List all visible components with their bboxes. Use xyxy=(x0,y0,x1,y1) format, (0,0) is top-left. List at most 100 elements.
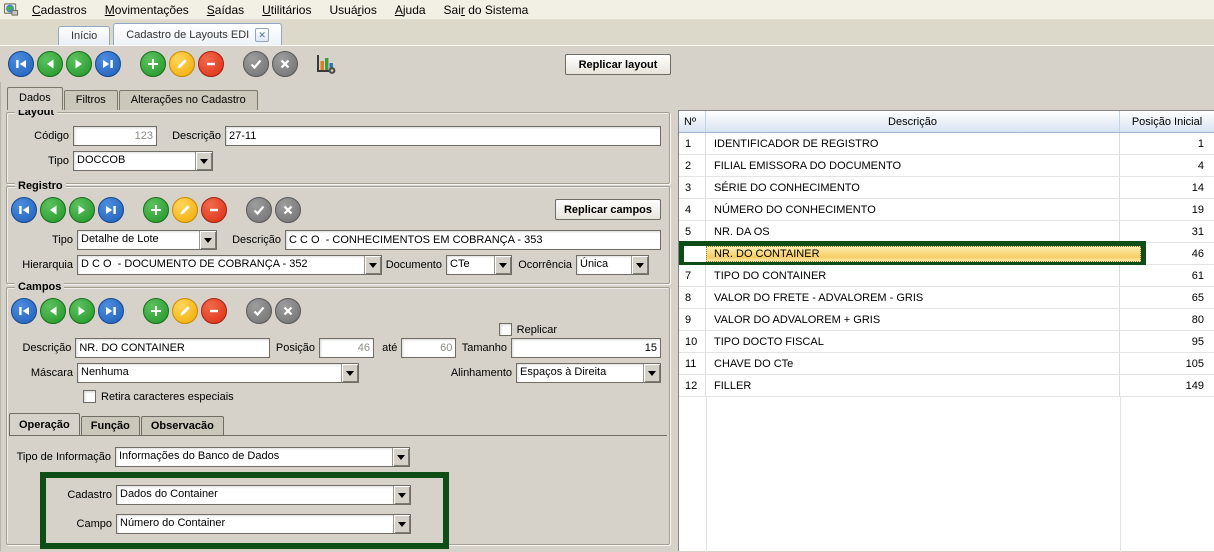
row-position-cell: 31 xyxy=(1120,221,1214,242)
mascara-label: Máscara xyxy=(11,367,77,379)
menu-item-usu-rios[interactable]: Usuários xyxy=(320,1,385,19)
edit-button[interactable] xyxy=(172,197,198,223)
menu-item-utilit-rios[interactable]: Utilitários xyxy=(253,1,320,19)
replicar-checkbox[interactable] xyxy=(499,323,512,336)
registro-tipo-select[interactable]: Detalhe de Lote xyxy=(77,230,217,250)
edit-button[interactable] xyxy=(169,51,195,77)
table-row[interactable]: 2FILIAL EMISSORA DO DOCUMENTO4 xyxy=(679,155,1214,177)
tab-alteracoes-no-cadastro[interactable]: Alterações no Cadastro xyxy=(119,90,258,110)
retira-caracteres-checkbox[interactable] xyxy=(83,390,96,403)
menu-item-movimenta-es[interactable]: Movimentações xyxy=(96,1,198,19)
replicar-campos-button[interactable]: Replicar campos xyxy=(555,199,661,220)
documento-select[interactable]: CTe xyxy=(446,255,512,275)
tipo-informacao-select[interactable]: Informações do Banco de Dados xyxy=(115,447,410,467)
table-row[interactable]: 3SÉRIE DO CONHECIMENTO14 xyxy=(679,177,1214,199)
chevron-down-icon xyxy=(341,364,358,382)
codigo-field[interactable] xyxy=(73,126,157,146)
campos-group-title: Campos xyxy=(15,281,64,293)
header-num[interactable]: Nº xyxy=(679,111,706,132)
tipo-informacao-label: Tipo de Informação xyxy=(11,451,115,463)
table-row[interactable]: 1IDENTIFICADOR DE REGISTRO1 xyxy=(679,133,1214,155)
previous-button[interactable] xyxy=(37,51,63,77)
confirm-button[interactable] xyxy=(243,51,269,77)
cancel-button[interactable] xyxy=(275,197,301,223)
row-description-cell: FILIAL EMISSORA DO DOCUMENTO xyxy=(706,155,1120,176)
close-icon[interactable]: ✕ xyxy=(255,28,269,42)
row-number-cell: 4 xyxy=(679,199,706,220)
table-row[interactable]: 4NÚMERO DO CONHECIMENTO19 xyxy=(679,199,1214,221)
row-position-cell: 149 xyxy=(1120,375,1214,396)
chevron-down-icon xyxy=(393,486,410,504)
first-button[interactable] xyxy=(11,298,37,324)
registro-descricao-field[interactable] xyxy=(285,230,661,250)
tab-cadastro-layouts-edi[interactable]: Cadastro de Layouts EDI ✕ xyxy=(113,23,282,45)
tab-inicio[interactable]: Início xyxy=(58,26,110,45)
add-button[interactable] xyxy=(143,298,169,324)
menu-item-cadastros[interactable]: Cadastros xyxy=(23,1,96,19)
alinhamento-select[interactable]: Espaços à Direita xyxy=(516,363,661,383)
layout-tipo-select[interactable]: DOCCOB xyxy=(73,151,213,171)
first-button[interactable] xyxy=(8,51,34,77)
document-tabs: Início Cadastro de Layouts EDI ✕ xyxy=(0,20,1214,45)
fields-table: Nº Descrição Posição Inicial 1IDENTIFICA… xyxy=(678,110,1214,551)
ate-label: até xyxy=(374,342,401,354)
cancel-button[interactable] xyxy=(275,298,301,324)
row-description-cell: TIPO DOCTO FISCAL xyxy=(706,331,1120,352)
ocorrencia-label: Ocorrência xyxy=(512,259,576,271)
tab-observacao[interactable]: Observacão xyxy=(141,416,224,435)
tamanho-field[interactable] xyxy=(511,338,661,358)
next-button[interactable] xyxy=(66,51,92,77)
edit-button[interactable] xyxy=(172,298,198,324)
table-row[interactable]: 5NR. DA OS31 xyxy=(679,221,1214,243)
menu-item-sair-do-sistema[interactable]: Sair do Sistema xyxy=(435,1,538,19)
hierarquia-select[interactable]: D C O - DOCUMENTO DE COBRANÇA - 352 xyxy=(77,255,382,275)
last-button[interactable] xyxy=(95,51,121,77)
delete-button[interactable] xyxy=(201,298,227,324)
tab-filtros[interactable]: Filtros xyxy=(64,90,118,110)
campo-descricao-field[interactable] xyxy=(75,338,270,358)
ocorrencia-select[interactable]: Única xyxy=(576,255,649,275)
table-row[interactable]: 11CHAVE DO CTe105 xyxy=(679,353,1214,375)
codigo-label: Código xyxy=(11,130,73,142)
tab-dados[interactable]: Dados xyxy=(7,87,63,110)
table-row[interactable]: 10TIPO DOCTO FISCAL95 xyxy=(679,331,1214,353)
add-button[interactable] xyxy=(143,197,169,223)
header-posicao-inicial[interactable]: Posição Inicial xyxy=(1120,111,1214,132)
previous-button[interactable] xyxy=(40,298,66,324)
header-descricao[interactable]: Descrição xyxy=(706,111,1120,132)
mascara-select[interactable]: Nenhuma xyxy=(77,363,359,383)
table-row[interactable]: 12FILLER149 xyxy=(679,375,1214,397)
table-row[interactable]: 7TIPO DO CONTAINER61 xyxy=(679,265,1214,287)
layout-descricao-field[interactable] xyxy=(225,126,661,146)
posicao-field[interactable] xyxy=(319,338,374,358)
previous-icon xyxy=(45,202,61,218)
last-icon xyxy=(100,56,116,72)
confirm-button[interactable] xyxy=(246,197,272,223)
confirm-button[interactable] xyxy=(246,298,272,324)
first-button[interactable] xyxy=(11,197,37,223)
next-button[interactable] xyxy=(69,298,95,324)
last-button[interactable] xyxy=(98,298,124,324)
chart-settings-icon[interactable] xyxy=(312,50,340,78)
cancel-button[interactable] xyxy=(272,51,298,77)
next-button[interactable] xyxy=(69,197,95,223)
last-button[interactable] xyxy=(98,197,124,223)
table-row[interactable]: 9VALOR DO ADVALOREM + GRIS80 xyxy=(679,309,1214,331)
campo-select[interactable]: Número do Container xyxy=(116,514,411,534)
row-position-cell: 105 xyxy=(1120,353,1214,374)
delete-button[interactable] xyxy=(198,51,224,77)
ate-field[interactable] xyxy=(401,338,456,358)
menu-item-ajuda[interactable]: Ajuda xyxy=(386,1,435,19)
first-icon xyxy=(16,202,32,218)
replicar-layout-button[interactable]: Replicar layout xyxy=(565,54,671,75)
delete-button[interactable] xyxy=(201,197,227,223)
table-row-selected[interactable]: 6NR. DO CONTAINER46 xyxy=(679,243,1214,265)
previous-icon xyxy=(42,56,58,72)
menu-item-sa-das[interactable]: Saídas xyxy=(198,1,253,19)
tab-operacao[interactable]: Operação xyxy=(9,413,80,435)
previous-button[interactable] xyxy=(40,197,66,223)
add-button[interactable] xyxy=(140,51,166,77)
table-row[interactable]: 8VALOR DO FRETE - ADVALOREM - GRIS65 xyxy=(679,287,1214,309)
tab-funcao[interactable]: Função xyxy=(81,416,140,435)
cadastro-select[interactable]: Dados do Container xyxy=(116,485,411,505)
